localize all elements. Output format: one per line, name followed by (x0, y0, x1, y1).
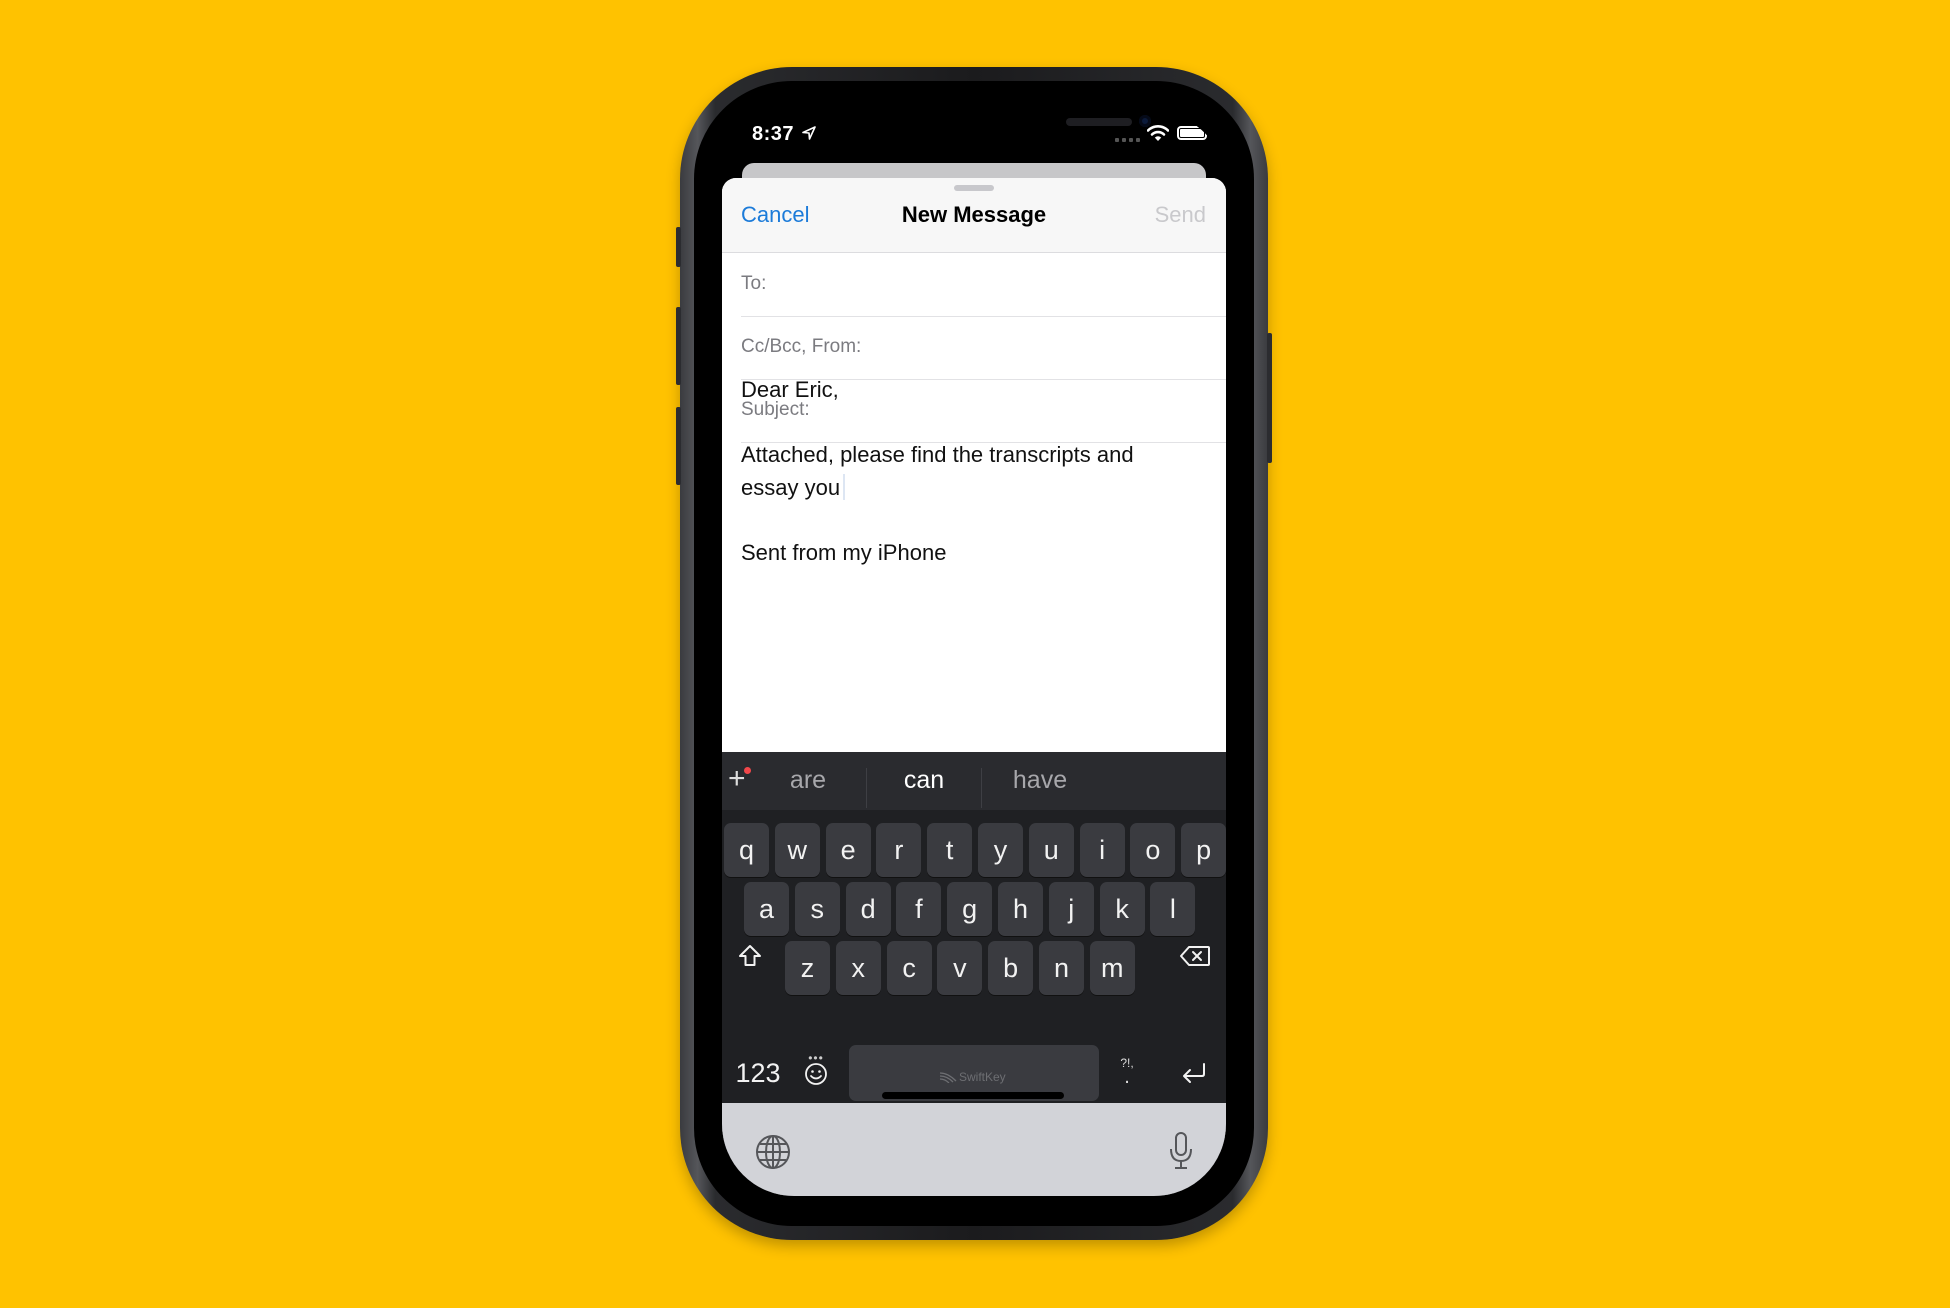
body-line (741, 504, 1211, 537)
swiftkey-icon (939, 1072, 957, 1083)
globe-icon[interactable] (754, 1133, 792, 1171)
body-line-with-caret: essay you (741, 472, 1211, 505)
wifi-icon (1147, 125, 1169, 141)
more-dots: ••• (808, 1051, 824, 1065)
punctuation-key[interactable]: ?!, . (1107, 1042, 1147, 1098)
key-l[interactable]: l (1150, 882, 1196, 936)
speaker-grille (1066, 118, 1132, 126)
emoji-icon (805, 1063, 827, 1085)
key-n[interactable]: n (1039, 941, 1084, 995)
key-w[interactable]: w (774, 823, 820, 877)
cc-bcc-from-label: Cc/Bcc, From: (741, 336, 862, 357)
key-d[interactable]: d (845, 882, 891, 936)
to-field[interactable]: To: (741, 254, 1226, 317)
mute-switch (676, 227, 681, 267)
numbers-key[interactable]: 123 (732, 1045, 784, 1101)
return-key[interactable] (1170, 1045, 1218, 1101)
text-cursor (843, 473, 846, 500)
send-button[interactable]: Send (1155, 202, 1206, 228)
to-label: To: (741, 273, 767, 294)
shift-key[interactable] (730, 929, 770, 983)
body-line: Dear Eric, (741, 377, 839, 402)
key-a[interactable]: a (744, 882, 789, 936)
key-v[interactable]: v (937, 941, 983, 995)
key-s[interactable]: s (794, 882, 840, 936)
backspace-icon (1180, 946, 1210, 966)
message-body[interactable]: Dear Eric, Attached, please find the tra… (741, 374, 1211, 569)
key-k[interactable]: k (1099, 882, 1145, 936)
keyboard-bottom-bar (722, 1103, 1226, 1196)
swiftkey-label: SwiftKey (959, 1070, 1006, 1084)
key-g[interactable]: g (947, 882, 993, 936)
status-time: 8:37 (752, 123, 795, 145)
microphone-icon[interactable] (1168, 1131, 1194, 1171)
key-t[interactable]: t (927, 823, 973, 877)
suggestion-are[interactable]: are (743, 766, 873, 795)
key-y[interactable]: y (978, 823, 1023, 877)
shift-icon (739, 945, 761, 966)
cellular-signal-icon (1115, 138, 1140, 142)
key-j[interactable]: j (1048, 882, 1094, 936)
signature-line: Sent from my iPhone (741, 539, 947, 565)
volume-up-button (676, 307, 681, 385)
body-line: essay you (741, 474, 841, 500)
key-b[interactable]: b (988, 941, 1034, 995)
key-u[interactable]: u (1028, 823, 1074, 877)
period-glyph: . (1124, 1066, 1130, 1088)
return-icon (1183, 1063, 1205, 1083)
notch (834, 112, 1151, 148)
key-x[interactable]: x (835, 941, 881, 995)
key-h[interactable]: h (998, 882, 1043, 936)
battery-icon (1177, 126, 1210, 140)
compose-title: New Message (901, 202, 1047, 227)
cc-bcc-from-field[interactable]: Cc/Bcc, From: (741, 317, 1226, 380)
sheet-grabber[interactable] (954, 185, 994, 191)
body-line: Attached, please find the transcripts an… (741, 442, 1134, 467)
phone-screen: 8:37 Cancel New Message Send To: Cc/Bcc,… (722, 112, 1226, 1196)
key-e[interactable]: e (825, 823, 871, 877)
suggestion-can[interactable]: can (859, 766, 989, 795)
key-f[interactable]: f (896, 882, 942, 936)
key-i[interactable]: i (1079, 823, 1125, 877)
body-line (741, 407, 1211, 440)
key-q[interactable]: q (724, 823, 769, 877)
suggestion-bar: + are can have (722, 752, 1226, 810)
emoji-key[interactable]: ••• (798, 1040, 834, 1100)
side-button (1267, 333, 1272, 463)
key-m[interactable]: m (1089, 941, 1135, 995)
suggestion-have[interactable]: have (975, 766, 1105, 795)
key-o[interactable]: o (1130, 823, 1176, 877)
key-c[interactable]: c (886, 941, 932, 995)
key-z[interactable]: z (785, 941, 830, 995)
swiftkey-logo: SwiftKey (939, 1070, 1006, 1084)
home-indicator[interactable] (882, 1092, 1064, 1099)
location-arrow-icon (802, 126, 816, 140)
compose-navbar: Cancel New Message Send (722, 178, 1226, 253)
volume-down-button (676, 407, 681, 485)
backspace-key[interactable] (1172, 929, 1218, 983)
key-p[interactable]: p (1181, 823, 1226, 877)
key-r[interactable]: r (876, 823, 922, 877)
